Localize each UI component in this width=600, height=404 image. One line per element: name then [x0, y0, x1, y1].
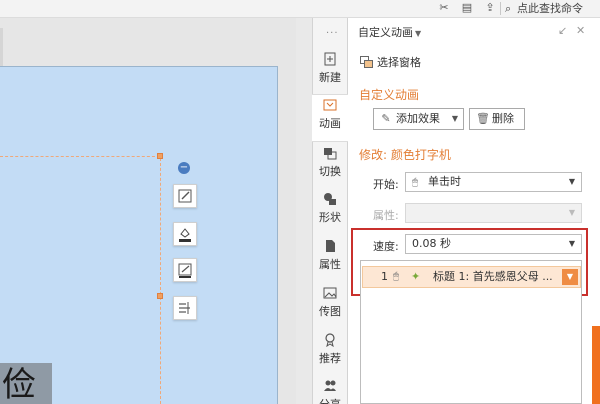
start-select[interactable]: 🖱 单击时 ▼ [405, 172, 582, 192]
tab-transition-label: 切换 [319, 165, 341, 178]
tab-recommend[interactable]: 推荐 [312, 330, 348, 378]
text-format-icon [179, 302, 190, 314]
tab-shape[interactable]: 形状 [312, 189, 348, 237]
selection-pane-button[interactable]: 选择窗格 [360, 54, 421, 70]
tools-icon[interactable]: ✂ [437, 1, 451, 15]
start-label: 开始: [373, 178, 399, 191]
search-icon: ⌕ [505, 2, 512, 15]
workspace-scroll-gutter [296, 18, 312, 404]
chevron-down-icon: ▼ [568, 239, 575, 248]
tab-recommend-label: 推荐 [319, 352, 341, 365]
animation-order: 1 [381, 270, 388, 283]
effect-star-icon: ✦ [411, 270, 421, 283]
edit-shape-button[interactable] [173, 184, 197, 208]
document-icon[interactable]: ▤ [460, 1, 474, 15]
resize-handle-right[interactable] [157, 293, 163, 299]
slide-workspace: 俭 − [0, 18, 312, 404]
properties-icon [326, 240, 335, 252]
more-dots-icon[interactable]: ··· [326, 28, 339, 39]
collapse-toolbar-icon[interactable]: − [178, 162, 190, 174]
tab-animation[interactable]: 动画 [312, 94, 348, 142]
speed-select[interactable]: 0.08 秒 ▼ [405, 234, 582, 254]
tab-properties[interactable]: 属性 [312, 236, 348, 284]
tab-properties-label: 属性 [319, 258, 341, 271]
chevron-down-icon[interactable]: ▼ [562, 269, 578, 285]
selection-border-right [160, 158, 161, 404]
tab-new[interactable]: 新建 [312, 49, 348, 97]
tab-shape-label: 形状 [319, 211, 341, 224]
slide-canvas[interactable] [0, 66, 278, 404]
share-icon[interactable]: ⇪ [483, 1, 497, 15]
mouse-click-icon: 🖱 [393, 271, 399, 282]
chevron-down-icon: ▼ [568, 208, 575, 217]
property-select: ▼ [405, 203, 582, 223]
text-format-button[interactable] [173, 296, 197, 320]
edit-shape-icon [178, 189, 192, 203]
pen-icon: ✎ [381, 112, 391, 125]
chevron-down-icon: ▼ [415, 29, 422, 38]
tab-transition[interactable]: 切换 [312, 143, 348, 191]
tab-upload-image[interactable]: 传图 [312, 283, 348, 331]
resize-handle-top-right[interactable] [157, 153, 163, 159]
panel-title-text: 自定义动画 [358, 26, 413, 39]
animation-icon [323, 99, 337, 111]
delete-button[interactable]: 🗑 删除 [469, 108, 525, 130]
tab-new-label: 新建 [319, 71, 341, 84]
new-icon [324, 52, 336, 66]
fill-icon [179, 228, 191, 242]
chevron-down-icon: ▼ [568, 177, 575, 186]
tab-share[interactable]: 分享 [312, 376, 348, 404]
panel-scrollbar[interactable] [592, 326, 600, 404]
selection-pane-label: 选择窗格 [377, 56, 421, 69]
transition-icon [324, 148, 337, 160]
slide-title-text[interactable]: 俭 [0, 363, 52, 404]
command-search[interactable]: ⌕ 点此查找命令 [505, 0, 600, 17]
mouse-click-icon: 🖱 [412, 177, 418, 188]
tab-animation-label: 动画 [319, 117, 341, 130]
upload-image-icon [323, 287, 337, 299]
close-icon[interactable]: ✕ [576, 24, 585, 37]
outline-icon [178, 263, 192, 278]
command-search-placeholder: 点此查找命令 [517, 2, 583, 15]
selection-pane-icon [360, 56, 373, 68]
tab-upload-image-label: 传图 [319, 305, 341, 318]
custom-animation-heading: 自定义动画 [359, 88, 420, 102]
animation-item-text: 标题 1: 首先感恩父母 ... [433, 270, 553, 283]
panel-title[interactable]: 自定义动画 ▼ [358, 24, 421, 40]
add-effect-button[interactable]: ✎ 添加效果 ▼ [373, 108, 464, 130]
people-icon [324, 380, 336, 391]
add-effect-label: 添加效果 [396, 112, 440, 125]
list-item[interactable]: 1 🖱 ✦ 标题 1: 首先感恩父母 ... ▼ [362, 266, 581, 288]
chevron-down-icon: ▼ [451, 114, 458, 123]
selection-border-top [0, 156, 160, 157]
speed-label: 速度: [373, 240, 399, 253]
outline-button[interactable] [173, 258, 197, 282]
trash-icon: 🗑 [476, 112, 490, 125]
shape-icon [324, 193, 336, 205]
dock-panel-icon[interactable]: ↙ [558, 24, 567, 37]
property-label: 属性: [373, 209, 399, 222]
tab-share-label: 分享 [312, 398, 348, 404]
speed-value: 0.08 秒 [412, 237, 451, 250]
fill-button[interactable] [173, 222, 197, 246]
start-value: 单击时 [428, 175, 461, 188]
delete-label: 删除 [492, 112, 514, 125]
modify-heading: 修改: 颜色打字机 [359, 148, 451, 162]
recommend-icon [325, 333, 335, 347]
toolbar-divider [500, 2, 501, 15]
